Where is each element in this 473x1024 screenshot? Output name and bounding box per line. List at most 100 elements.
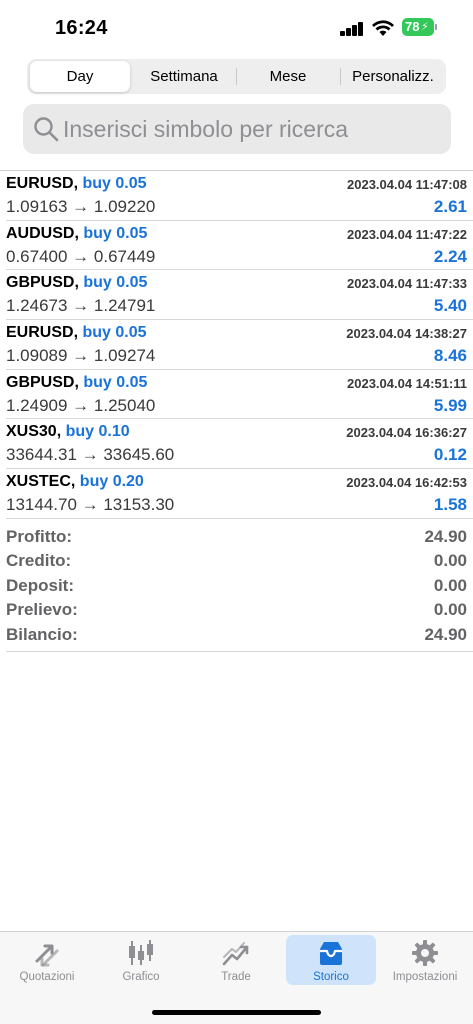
summary-row-balance: Bilancio: 24.90 xyxy=(6,625,473,649)
deal-side: buy 0.10 xyxy=(65,423,130,441)
deal-symbol: AUDUSD, xyxy=(6,224,79,242)
deal-symbol: XUS30, xyxy=(6,423,62,441)
deal-header: GBPUSD, buy 0.05 xyxy=(6,274,147,292)
deal-prices: 1.09163 → 1.09220 xyxy=(6,197,156,216)
summary-value: 24.90 xyxy=(424,624,467,644)
deal-side: buy 0.20 xyxy=(79,473,144,491)
deal-side: buy 0.05 xyxy=(82,324,147,342)
deal-header: AUDUSD, buy 0.05 xyxy=(6,225,147,243)
summary-label: Prelievo: xyxy=(6,600,78,620)
candlestick-chart-icon xyxy=(129,940,153,965)
deal-symbol: GBPUSD, xyxy=(6,373,79,391)
history-inbox-icon xyxy=(320,942,342,965)
tab-trade[interactable]: Trade xyxy=(191,935,281,985)
deal-row[interactable]: EURUSD, buy 0.05 2023.04.04 14:38:27 1.0… xyxy=(6,320,473,370)
deal-side: buy 0.05 xyxy=(83,274,148,292)
summary-value: 0.00 xyxy=(433,600,467,620)
deal-symbol: EURUSD, xyxy=(6,324,79,342)
wifi-icon xyxy=(372,20,394,36)
deal-prices: 1.09089 → 1.09274 xyxy=(6,346,156,366)
deal-prices: 0.67400 → 0.67449 xyxy=(6,246,156,266)
gear-icon xyxy=(412,940,438,966)
quotes-arrows-icon xyxy=(35,944,59,967)
deal-datetime: 2023.04.04 16:42:53 xyxy=(346,475,467,491)
deal-datetime: 2023.04.04 16:36:27 xyxy=(346,425,467,441)
deal-profit: 1.58 xyxy=(433,495,467,515)
summary-row-credit: Credito: 0.00 xyxy=(6,551,473,575)
deal-header: GBPUSD, buy 0.05 xyxy=(6,374,147,392)
deal-datetime: 2023.04.04 14:51:11 xyxy=(347,375,467,391)
summary-row-withdrawal: Prelievo: 0.00 xyxy=(6,600,473,624)
tab-settings[interactable]: Impostazioni xyxy=(380,935,470,985)
summary-value: 24.90 xyxy=(424,527,467,546)
deals-list: EURUSD, buy 0.05 2023.04.04 11:47:08 1.0… xyxy=(0,171,473,519)
deal-row[interactable]: AUDUSD, buy 0.05 2023.04.04 11:47:22 0.6… xyxy=(6,221,473,271)
tab-label: Grafico xyxy=(122,971,160,983)
segment-divider xyxy=(236,68,237,85)
tab-chart[interactable]: Grafico xyxy=(96,935,186,985)
deal-profit: 8.46 xyxy=(433,346,467,366)
deal-symbol: XUSTEC, xyxy=(6,473,76,491)
status-bar: 16:24 78 ⚡ xyxy=(0,0,473,56)
deal-prices: 33644.31 → 33645.60 xyxy=(6,445,175,465)
segment-day[interactable]: Day xyxy=(30,61,130,92)
deal-header: EURUSD, buy 0.05 xyxy=(6,175,147,193)
period-segmented-control: Day Settimana Mese Personalizz. xyxy=(27,59,446,94)
deal-side: buy 0.05 xyxy=(83,373,148,391)
deal-prices: 1.24909 → 1.25040 xyxy=(6,395,156,415)
cellular-signal-icon xyxy=(340,22,366,36)
deal-row[interactable]: XUS30, buy 0.10 2023.04.04 16:36:27 3364… xyxy=(6,419,473,470)
home-indicator xyxy=(152,1010,321,1015)
battery-level: 78 xyxy=(405,19,420,34)
deal-datetime: 2023.04.04 11:47:22 xyxy=(347,226,467,242)
tab-label: Impostazioni xyxy=(392,971,458,983)
tab-label: Storico xyxy=(313,971,349,983)
segment-week[interactable]: Settimana xyxy=(134,61,234,92)
summary-divider xyxy=(6,651,473,652)
deal-symbol: GBPUSD, xyxy=(6,274,79,292)
segment-custom[interactable]: Personalizz. xyxy=(342,61,444,92)
deal-row[interactable]: XUSTEC, buy 0.20 2023.04.04 16:42:53 131… xyxy=(6,469,473,519)
deal-header: XUS30, buy 0.10 xyxy=(6,423,130,441)
deal-profit: 5.99 xyxy=(433,395,467,415)
summary-row-deposit: Deposit: 0.00 xyxy=(6,576,473,600)
deal-profit: 2.24 xyxy=(433,246,467,266)
deal-profit: 2.61 xyxy=(433,197,467,216)
account-summary: Profitto: 24.90 Credito: 0.00 Deposit: 0… xyxy=(6,527,473,649)
status-time: 16:24 xyxy=(55,17,108,39)
summary-label: Credito: xyxy=(6,551,72,571)
segment-divider xyxy=(340,68,341,85)
deal-row[interactable]: GBPUSD, buy 0.05 2023.04.04 14:51:11 1.2… xyxy=(6,370,473,420)
deal-prices: 1.24673 → 1.24791 xyxy=(6,296,156,316)
segment-month[interactable]: Mese xyxy=(238,61,338,92)
search-icon xyxy=(34,117,59,142)
deal-prices: 13144.70 → 13153.30 xyxy=(6,495,175,515)
summary-row-profit: Profitto: 24.90 xyxy=(6,527,473,551)
battery-indicator: 78 xyxy=(402,18,434,36)
summary-label: Deposit: xyxy=(6,575,74,595)
summary-value: 0.00 xyxy=(433,551,467,571)
deal-profit: 0.12 xyxy=(433,445,467,465)
deal-side: buy 0.05 xyxy=(82,175,147,192)
tab-quotes[interactable]: Quotazioni xyxy=(2,935,92,985)
deal-profit: 5.40 xyxy=(433,296,467,316)
deal-row[interactable]: EURUSD, buy 0.05 2023.04.04 11:47:08 1.0… xyxy=(6,171,473,221)
deal-header: XUSTEC, buy 0.20 xyxy=(6,473,144,491)
battery-tip xyxy=(435,24,437,30)
deal-symbol: EURUSD, xyxy=(6,175,79,192)
trade-trend-icon xyxy=(222,942,249,966)
deal-side: buy 0.05 xyxy=(83,224,148,242)
summary-label: Profitto: xyxy=(6,527,73,546)
summary-value: 0.00 xyxy=(433,575,467,595)
deal-row[interactable]: GBPUSD, buy 0.05 2023.04.04 11:47:33 1.2… xyxy=(6,270,473,321)
tab-label: Trade xyxy=(221,971,251,983)
charging-bolt-icon: ⚡ xyxy=(421,21,429,33)
search-input[interactable] xyxy=(63,104,443,154)
deal-datetime: 2023.04.04 14:38:27 xyxy=(346,326,467,342)
deal-datetime: 2023.04.04 11:47:33 xyxy=(347,276,467,292)
deal-datetime: 2023.04.04 11:47:08 xyxy=(347,177,467,192)
tab-label: Quotazioni xyxy=(19,971,75,983)
tab-history[interactable]: Storico xyxy=(286,935,376,985)
symbol-search-bar[interactable] xyxy=(23,104,451,154)
deal-header: EURUSD, buy 0.05 xyxy=(6,324,147,342)
